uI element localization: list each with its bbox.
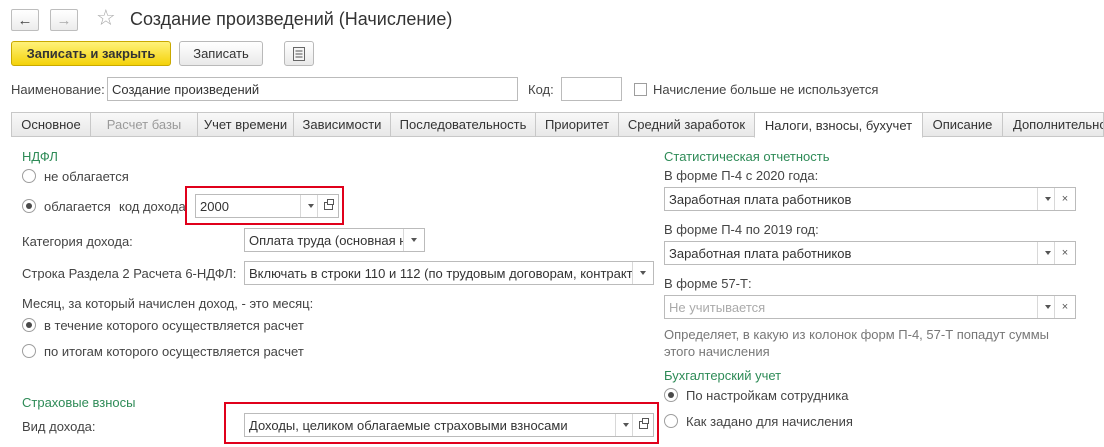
tab-description[interactable]: Описание [922,112,1003,137]
income-code-value: 2000 [200,198,229,214]
accounting-option2-radio[interactable] [664,414,678,428]
accounting-option2-label: Как задано для начисления [686,414,853,429]
code-label: Код: [528,82,554,97]
p4-2019-value: Заработная плата работников [669,245,852,261]
tab-taxes[interactable]: Налоги, взносы, бухучет [754,112,923,138]
p4-2020-clear-button[interactable]: × [1054,188,1075,210]
category-label: Категория дохода: [22,234,133,249]
month-option2-radio[interactable] [22,344,36,358]
month-option2-label: по итогам которого осуществляется расчет [44,344,304,359]
tab-base-calculation[interactable]: Расчет базы [90,112,198,137]
p4-2020-field[interactable]: Заработная плата работников × [664,187,1076,211]
month-option1-radio[interactable] [22,318,36,332]
income-code-label: код дохода [119,199,186,214]
p4-2019-label: В форме П-4 по 2019 год: [664,222,819,237]
tab-basic[interactable]: Основное [11,112,91,137]
p4-2019-field[interactable]: Заработная плата работников × [664,241,1076,265]
f57t-clear-button[interactable]: × [1054,296,1075,318]
tab-strip: Основное Расчет базы Учет времени Зависи… [11,112,1104,138]
category-field[interactable]: Оплата труда (основная н [244,228,425,252]
not-used-label: Начисление больше не используется [653,82,879,97]
income-type-field[interactable]: Доходы, целиком облагаемые страховыми вз… [244,413,654,437]
row-dropdown[interactable] [632,262,653,284]
month-option1-label: в течение которого осуществляется расчет [44,318,304,333]
open-icon [323,199,334,210]
document-menu-button[interactable] [284,41,314,66]
income-type-label: Вид дохода: [22,419,96,434]
accounting-heading: Бухгалтерский учет [664,368,782,383]
chevron-down-icon [1045,197,1051,201]
tab-average-earnings[interactable]: Средний заработок [618,112,755,137]
f57t-label: В форме 57-Т: [664,276,752,291]
category-dropdown[interactable] [403,229,424,251]
category-value: Оплата труда (основная н [249,232,403,248]
chevron-down-icon [623,423,629,427]
favorite-star-icon[interactable]: ☆ [96,7,116,29]
tab-time-accounting[interactable]: Учет времени [197,112,294,137]
window-title: Создание произведений (Начисление) [130,9,453,29]
p4-2020-label: В форме П-4 с 2020 года: [664,168,819,183]
chevron-down-icon [1045,305,1051,309]
row-field[interactable]: Включать в строки 110 и 112 (по трудовым… [244,261,654,285]
not-taxed-radio[interactable] [22,169,36,183]
chevron-down-icon [411,238,417,242]
accounting-option1-radio[interactable] [664,388,678,402]
month-label: Месяц, за который начислен доход, - это … [22,296,314,311]
accounting-option1-label: По настройкам сотрудника [686,388,849,403]
income-type-open-button[interactable] [632,414,653,436]
tab-additional[interactable]: Дополнительно [1002,112,1104,137]
f57t-placeholder: Не учитывается [669,299,766,315]
name-field-value: Создание произведений [112,81,260,97]
forward-button[interactable]: → [50,9,78,31]
insurance-heading: Страховые взносы [22,395,136,410]
tab-sequence[interactable]: Последовательность [390,112,536,137]
not-used-checkbox[interactable] [634,83,647,96]
close-icon: × [1061,301,1069,313]
p4-2020-value: Заработная плата работников [669,191,852,207]
save-and-close-button[interactable]: Записать и закрыть [11,41,171,66]
taxed-radio[interactable] [22,199,36,213]
arrow-right-icon: → [56,11,72,29]
stats-heading: Статистическая отчетность [664,149,830,164]
arrow-left-icon: ← [17,11,33,29]
name-label: Наименование: [11,82,105,97]
close-icon: × [1061,193,1069,205]
chevron-down-icon [1045,251,1051,255]
f57t-field[interactable]: Не учитывается × [664,295,1076,319]
close-icon: × [1061,247,1069,259]
stats-note-line1: Определяет, в какую из колонок форм П-4,… [664,327,1050,342]
income-type-value: Доходы, целиком облагаемые страховыми вз… [249,417,568,433]
chevron-down-icon [308,204,314,208]
income-code-field[interactable]: 2000 [195,194,339,218]
document-list-icon [293,46,305,61]
row-value: Включать в строки 110 и 112 (по трудовым… [249,265,632,281]
name-field[interactable]: Создание произведений [107,77,518,101]
code-field[interactable] [561,77,622,101]
not-taxed-label: не облагается [44,169,129,184]
open-icon [638,418,649,429]
ndfl-heading: НДФЛ [22,149,58,164]
stats-note-line2: этого начисления [664,344,770,359]
save-button[interactable]: Записать [179,41,263,66]
tab-priority[interactable]: Приоритет [535,112,619,137]
tab-dependencies[interactable]: Зависимости [293,112,391,137]
chevron-down-icon [640,271,646,275]
row-label: Строка Раздела 2 Расчета 6-НДФЛ: [22,266,237,281]
income-code-open-button[interactable] [317,195,338,217]
p4-2019-clear-button[interactable]: × [1054,242,1075,264]
taxed-label: облагается [44,199,111,214]
back-button[interactable]: ← [11,9,39,31]
